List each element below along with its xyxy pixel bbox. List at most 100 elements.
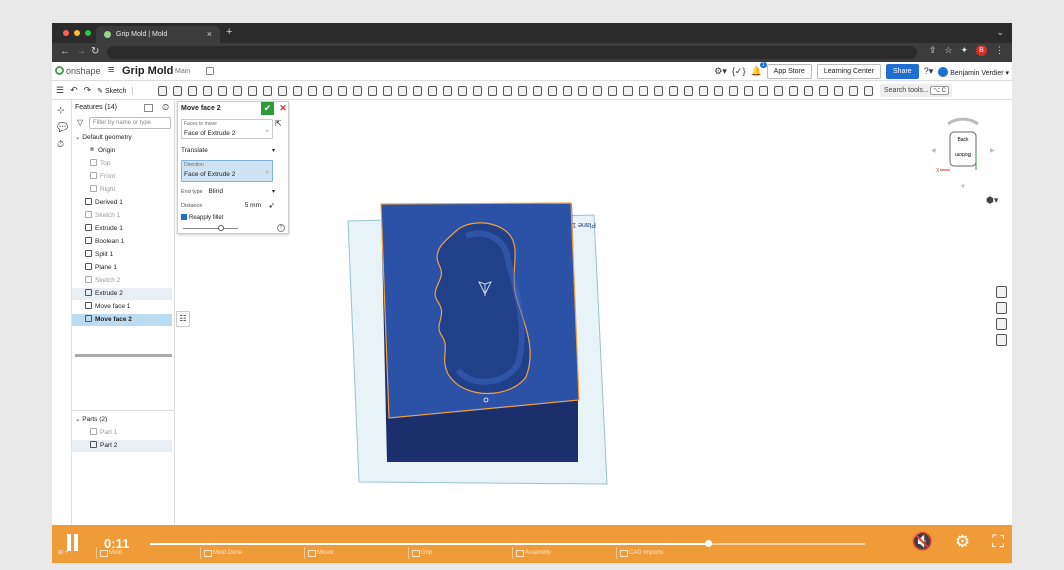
feature-tool-icon[interactable]	[278, 86, 288, 96]
remove-direction-icon[interactable]: ×	[265, 170, 269, 176]
distance-input[interactable]: 5 mm	[245, 200, 261, 212]
feature-item[interactable]: Boolean 1	[72, 236, 172, 248]
feature-filter-input[interactable]: Filter by name or type	[89, 117, 171, 129]
feature-list-toggle-icon[interactable]: ☰	[56, 85, 64, 96]
feature-tool-icon[interactable]	[608, 86, 618, 96]
feature-item[interactable]: Sketch 2	[72, 275, 172, 287]
feature-tool-icon[interactable]	[263, 86, 273, 96]
default-geometry-group[interactable]: ⌄ Default geometry	[72, 132, 172, 144]
feature-tool-icon[interactable]	[413, 86, 423, 96]
mute-icon[interactable]: 🔇	[912, 532, 933, 552]
search-tools-input[interactable]: Search tools... ⌥ C	[880, 84, 952, 97]
rotate-down-icon[interactable]: ▼	[960, 184, 966, 190]
feature-tool-icon[interactable]	[788, 86, 798, 96]
feature-tool-icon[interactable]	[833, 86, 843, 96]
feature-item[interactable]: Split 1	[72, 249, 172, 261]
feature-tool-icon[interactable]	[158, 86, 168, 96]
rotate-right-icon[interactable]: ▶	[990, 148, 995, 154]
feature-tool-icon[interactable]	[683, 86, 693, 96]
feature-list-scrollbar[interactable]	[75, 354, 172, 357]
feature-tool-icon[interactable]	[203, 86, 213, 96]
configurations-icon[interactable]	[996, 318, 1007, 330]
feature-tool-icon[interactable]	[473, 86, 483, 96]
reload-icon[interactable]: ↻	[91, 46, 99, 57]
url-field[interactable]	[107, 46, 917, 59]
view-cube[interactable]: Back Bottom X ◀ ▶ ▼	[928, 110, 998, 192]
fullscreen-icon[interactable]: ⛶	[992, 532, 1004, 552]
preview-slider[interactable]	[183, 228, 238, 229]
flip-direction-icon[interactable]: ➶	[268, 200, 275, 212]
move-type-select[interactable]: Translate ▾	[181, 145, 275, 157]
help-icon[interactable]: ?▾	[924, 66, 934, 77]
feature-item[interactable]: Front	[72, 171, 172, 183]
feature-tool-icon[interactable]	[563, 86, 573, 96]
feature-tool-icon[interactable]	[848, 86, 858, 96]
new-tab-button[interactable]: +	[226, 26, 232, 38]
feature-tool-icon[interactable]	[743, 86, 753, 96]
redo-icon[interactable]: ↷	[84, 85, 92, 96]
feature-item[interactable]: Plane 1	[72, 262, 172, 274]
sketch-button[interactable]: ✎ Sketch	[97, 86, 134, 95]
onshape-logo[interactable]: onshape	[55, 66, 101, 76]
add-feature-icon[interactable]: ⊹	[57, 105, 65, 116]
rotate-left-icon[interactable]: ◀	[931, 148, 936, 154]
document-tab[interactable]: Grip	[408, 547, 512, 559]
rollback-clock-icon[interactable]: ⏲	[162, 102, 169, 113]
end-type-select[interactable]: Blind	[209, 188, 223, 195]
tab-search-icon[interactable]: ⌄	[996, 27, 1004, 38]
feature-tool-icon[interactable]	[338, 86, 348, 96]
feature-item[interactable]: Top	[72, 158, 172, 170]
copy-workspace-icon[interactable]	[206, 67, 214, 75]
preview-slider-handle[interactable]	[218, 225, 224, 231]
feature-tool-icon[interactable]	[173, 86, 183, 96]
feature-item[interactable]: Origin	[72, 145, 172, 157]
document-tab[interactable]: CAD Imports	[616, 547, 720, 559]
feature-tool-icon[interactable]	[368, 86, 378, 96]
feature-tool-icon[interactable]	[308, 86, 318, 96]
profile-avatar[interactable]: B	[976, 45, 987, 56]
document-tab[interactable]: Mold	[96, 547, 200, 559]
part-item[interactable]: Part 2	[72, 440, 172, 452]
accept-check-button[interactable]: ✔	[261, 102, 274, 115]
feature-tool-icon[interactable]	[248, 86, 258, 96]
feature-item[interactable]: Extrude 2	[72, 288, 172, 300]
cancel-x-button[interactable]: ✕	[277, 102, 289, 115]
feature-item[interactable]: Move face 2	[72, 314, 172, 326]
feature-tool-icon[interactable]	[548, 86, 558, 96]
feature-tool-icon[interactable]	[863, 86, 873, 96]
feature-tool-icon[interactable]	[503, 86, 513, 96]
reapply-fillet-row[interactable]: Reapply fillet	[181, 212, 275, 224]
selection-cursor-icon[interactable]: ⇱	[275, 119, 282, 128]
bookmark-star-icon[interactable]: ☆	[944, 45, 952, 56]
feature-item[interactable]: Extrude 1	[72, 223, 172, 235]
tab-close-icon[interactable]: ×	[207, 29, 212, 39]
feature-tool-icon[interactable]	[398, 86, 408, 96]
feature-tool-icon[interactable]	[713, 86, 723, 96]
feature-tool-icon[interactable]	[773, 86, 783, 96]
appearance-icon[interactable]	[996, 286, 1007, 298]
video-progress-track[interactable]	[150, 540, 865, 547]
filter-icon[interactable]: ▽	[77, 118, 83, 127]
help-icon[interactable]: ?	[277, 224, 285, 232]
back-arrow-icon[interactable]: ←	[60, 46, 70, 57]
feature-item[interactable]: Move face 1	[72, 301, 172, 313]
comments-icon[interactable]: 💬	[57, 122, 68, 133]
feature-item[interactable]: Sketch 1	[72, 210, 172, 222]
versions-icon[interactable]: ⚙▾	[714, 66, 727, 77]
feature-tool-icon[interactable]	[383, 86, 393, 96]
feature-tool-icon[interactable]	[233, 86, 243, 96]
share-button[interactable]: Share	[886, 64, 919, 79]
feature-tool-icon[interactable]	[428, 86, 438, 96]
document-tab[interactable]: Assembly	[512, 547, 616, 559]
feature-tool-icon[interactable]	[518, 86, 528, 96]
add-tab-icon[interactable]: ⊞ +	[52, 547, 96, 559]
feature-tool-icon[interactable]	[623, 86, 633, 96]
remove-selection-icon[interactable]: ×	[265, 129, 269, 135]
branch-name[interactable]: Main	[175, 68, 190, 75]
settings-gear-icon[interactable]: ⚙	[955, 532, 970, 552]
feature-tool-icon[interactable]	[443, 86, 453, 96]
feature-tool-icon[interactable]	[578, 86, 588, 96]
video-progress-thumb[interactable]	[704, 540, 712, 547]
feature-tool-icon[interactable]	[593, 86, 603, 96]
feature-tool-icon[interactable]	[218, 86, 228, 96]
